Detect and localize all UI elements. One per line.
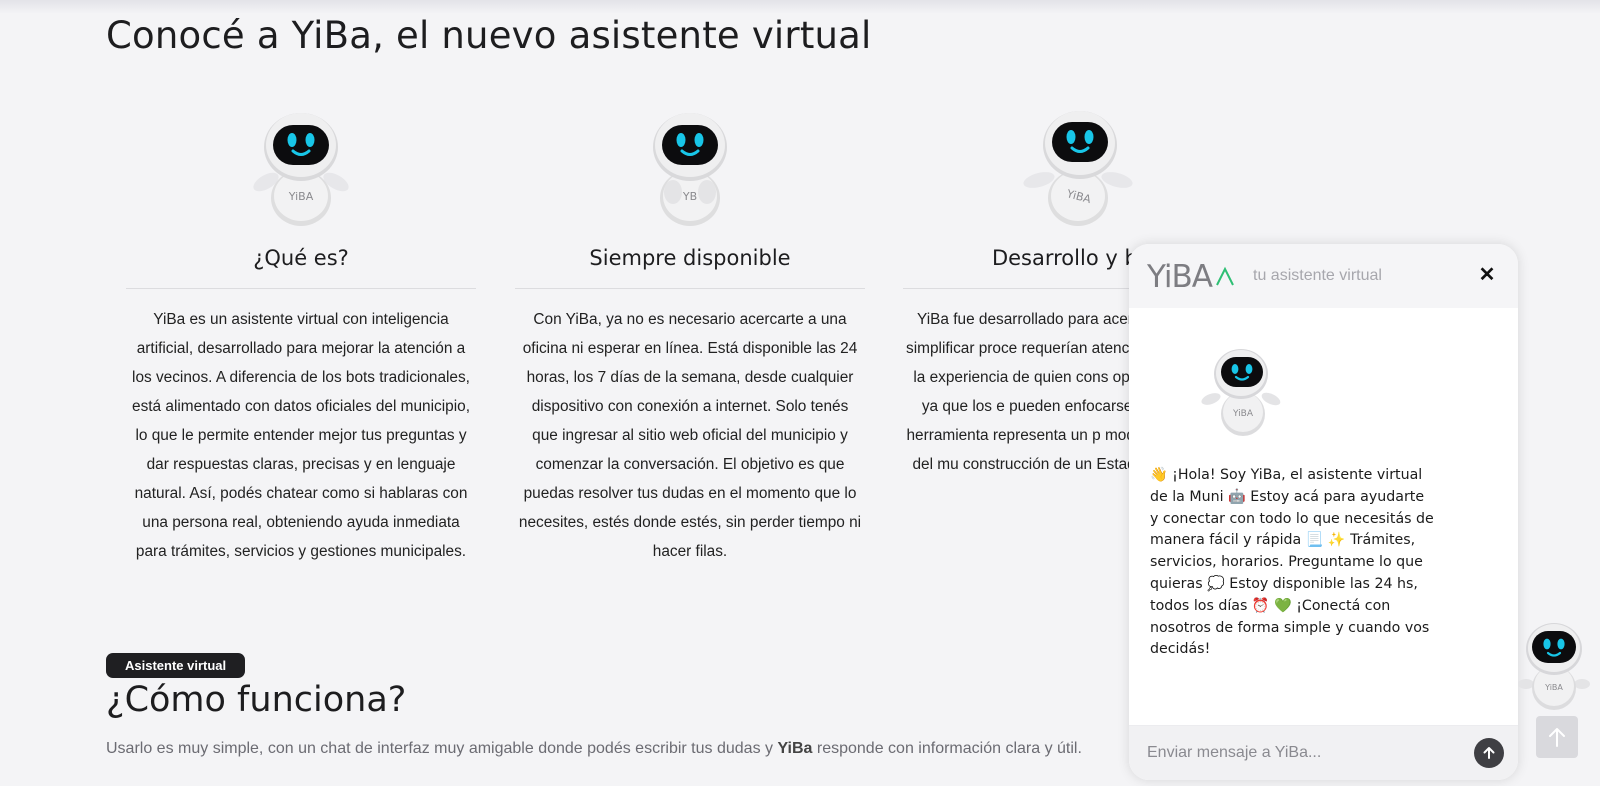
- divider: [515, 288, 865, 289]
- description-brand: YiBa: [777, 740, 813, 757]
- scroll-to-top-button[interactable]: [1536, 716, 1578, 758]
- top-shadow: [0, 0, 1600, 14]
- close-icon[interactable]: ✕: [1474, 262, 1500, 288]
- feature-text: YiBa es un asistente virtual con intelig…: [132, 311, 470, 560]
- yiba-logo: YiBA tu asistente virtual: [1147, 259, 1382, 293]
- arrow-up-icon: [1483, 747, 1495, 759]
- feature-card-availability: YB Siempre disponible Con YiBa, ya no es…: [515, 110, 865, 566]
- chat-subtitle: tu asistente virtual: [1253, 267, 1382, 284]
- send-button[interactable]: [1474, 738, 1504, 768]
- robot-mascot-icon: YiBA: [253, 113, 349, 226]
- section-description: Usarlo es muy simple, con un chat de int…: [106, 740, 1082, 758]
- page-title: Conocé a YiBa, el nuevo asistente virtua…: [106, 14, 872, 57]
- svg-text:YiBA: YiBA: [1544, 683, 1563, 692]
- feature-card-what: YiBA ¿Qué es? YiBa es un asistente virtu…: [126, 110, 476, 566]
- robot-mascot-icon: YiBA: [1201, 349, 1281, 436]
- section-title: ¿Cómo funciona?: [106, 680, 407, 720]
- arrow-up-icon: [1549, 728, 1565, 747]
- svg-text:YiBA: YiBA: [288, 190, 314, 203]
- divider: [126, 288, 476, 289]
- robot-mascot-icon: YB: [653, 113, 727, 226]
- robot-mascot-icon: YiBA: [1023, 111, 1133, 226]
- chat-widget: YiBA tu asistente virtual ✕ YiBA 👋 ¡Hola…: [1129, 244, 1518, 780]
- svg-text:YB: YB: [682, 190, 697, 203]
- feature-title: Siempre disponible: [589, 246, 791, 270]
- chat-launcher-robot-icon[interactable]: YiBA: [1518, 622, 1590, 712]
- chat-message-input[interactable]: [1129, 744, 1474, 762]
- logo-text: YiBA: [1147, 259, 1213, 293]
- feature-text: Con YiBa, ya no es necesario acercarte a…: [518, 311, 862, 560]
- feature-title: ¿Qué es?: [253, 246, 349, 270]
- chat-input-bar: [1129, 725, 1518, 780]
- chat-header: YiBA tu asistente virtual ✕: [1129, 244, 1518, 308]
- description-text: Usarlo es muy simple, con un chat de int…: [106, 740, 778, 757]
- yiba-logo-icon: YiBA: [1147, 259, 1234, 293]
- description-text: responde con información clara y útil.: [812, 740, 1082, 757]
- assistant-message: 👋 ¡Hola! Soy YiBa, el asistente virtual …: [1150, 467, 1434, 658]
- svg-text:YiBA: YiBA: [1232, 409, 1254, 419]
- section-badge: Asistente virtual: [106, 653, 246, 678]
